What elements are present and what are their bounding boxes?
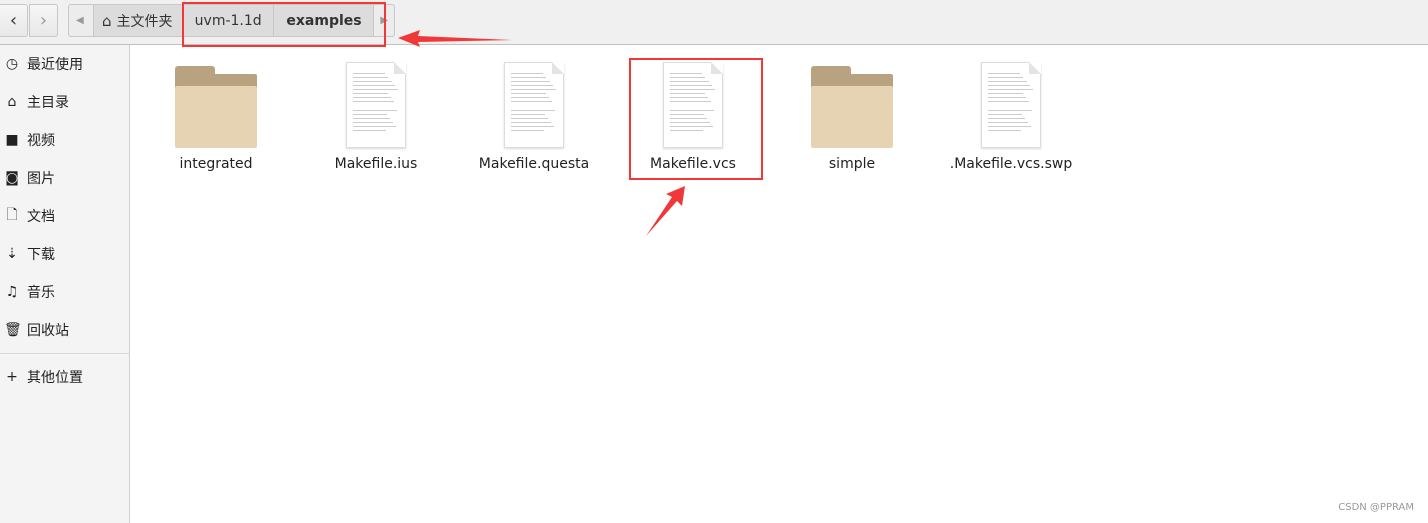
annotation-arrow-file xyxy=(646,186,685,236)
watermark: CSDN @PPRAM xyxy=(1338,502,1414,513)
annotation-arrow-breadcrumb xyxy=(398,30,512,47)
annotation-arrows xyxy=(398,30,685,236)
